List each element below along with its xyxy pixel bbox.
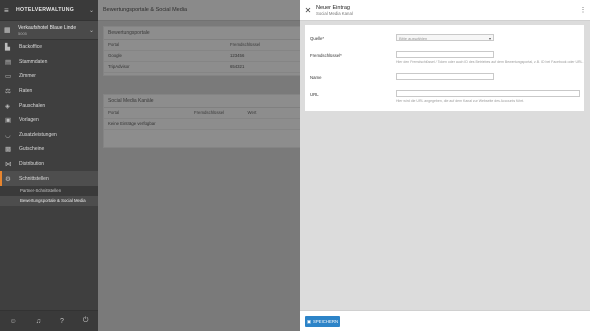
table-cell: Google — [108, 53, 122, 58]
templates-icon: ▣ — [5, 117, 12, 125]
column-header: Portal — [108, 42, 120, 47]
sidebar-item-zimmer[interactable]: ▭ Zimmer — [0, 69, 98, 84]
column-header: Fremdschlüssel — [194, 110, 225, 115]
chevron-down-icon: ▾ — [488, 36, 491, 41]
help-icon[interactable]: ? — [60, 318, 64, 325]
empty-text: Keine Einträge verfügbar — [108, 121, 156, 126]
table-row[interactable]: TripAdvisor 654321 — [104, 62, 301, 73]
sidebar-item-label: Distribution — [19, 161, 45, 168]
entry-form: Quelle* Bitte auswählen ▾ Fremdschlüssel… — [305, 25, 584, 111]
url-input[interactable] — [396, 90, 580, 97]
empty-state: Keine Einträge verfügbar — [104, 119, 301, 130]
panel-subtitle: Social Media Kanal — [316, 10, 353, 16]
sidebar-subitem-label: Bewertungsportale & Social Media — [20, 198, 86, 204]
sidebar-item-distribution[interactable]: ⋈ Distribution — [0, 157, 98, 172]
table-cell: TripAdvisor — [108, 64, 130, 69]
sidebar-item-label: Schnittstellen — [19, 175, 49, 182]
column-header: Portal — [108, 110, 120, 115]
close-icon[interactable]: ✕ — [300, 6, 316, 15]
table-header: Portal Fremdschlüssel — [104, 40, 301, 51]
plug-icon: ⚙ — [5, 175, 11, 183]
table-header: Portal Fremdschlüssel Wert — [104, 108, 301, 119]
sidebar: ≡ HOTELVERWALTUNG ⌄ ▦ Verkaufshotel Blau… — [0, 0, 98, 331]
sidebar-header[interactable]: ≡ HOTELVERWALTUNG ⌄ — [0, 0, 98, 21]
panel-header: ✕ Neuer Eintrag Social Media Kanal ⋮ — [300, 0, 590, 21]
save-button[interactable]: ▣ SPEICHERN — [305, 316, 340, 327]
sidebar-item-gutscheine[interactable]: ▩ Gutscheine — [0, 142, 98, 157]
sidebar-subitem-partner[interactable]: Partner-Schnittstellen — [0, 185, 98, 196]
card-title: Bewertungsportale — [104, 27, 301, 40]
sidebar-item-label: Vorlagen — [19, 117, 39, 124]
sidebar-item-label: Zimmer — [19, 73, 36, 80]
card-bewertungsportale: Bewertungsportale Portal Fremdschlüssel … — [103, 26, 302, 76]
power-icon[interactable]: ⏻ — [83, 317, 89, 325]
sidebar-nav: ▙ Backoffice ▤ Stammdaten ▭ Zimmer ⚖ Raten ◈… — [0, 40, 98, 206]
distribution-icon: ⋈ — [5, 161, 12, 169]
hotel-icon: ▦ — [4, 27, 11, 34]
more-vertical-icon[interactable]: ⋮ — [576, 6, 590, 14]
quelle-select[interactable]: Bitte auswählen ▾ — [396, 34, 494, 41]
sidebar-item-stammdaten[interactable]: ▤ Stammdaten — [0, 55, 98, 70]
sidebar-subitem-label: Partner-Schnittstellen — [20, 188, 62, 194]
table-cell: 123456 — [230, 53, 245, 58]
sidebar-item-schnittstellen[interactable]: ⚙ Schnittstellen — [0, 171, 98, 186]
menu-icon[interactable]: ≡ — [4, 6, 16, 15]
url-label: URL — [310, 92, 319, 97]
fremdschluessel-hint: Hier den Fremdschlüssel / Token oder auc… — [396, 60, 584, 64]
quelle-placeholder: Bitte auswählen — [399, 36, 428, 41]
sidebar-item-raten[interactable]: ⚖ Raten — [0, 84, 98, 99]
document-icon: ▤ — [5, 58, 12, 66]
quelle-label: Quelle* — [310, 36, 325, 41]
sidebar-item-label: Backoffice — [19, 44, 42, 51]
sidebar-subitem-bewertungsportale[interactable]: Bewertungsportale & Social Media — [0, 195, 98, 206]
gift-icon: ▩ — [5, 146, 12, 154]
hotel-id: 5005 — [18, 30, 27, 36]
chevron-down-icon[interactable]: ⌄ — [89, 27, 94, 34]
card-title: Social Media Kanäle — [104, 95, 301, 108]
sidebar-title: HOTELVERWALTUNG — [16, 7, 75, 13]
building-icon: ▙ — [5, 44, 10, 52]
table-row[interactable]: Google 123456 — [104, 51, 301, 62]
sidebar-item-zusatzleistungen[interactable]: ◡ Zusatzleistungen — [0, 128, 98, 143]
panel-footer: ▣ SPEICHERN — [300, 310, 590, 331]
column-header: Wert — [247, 110, 257, 115]
sidebar-item-label: Gutscheine — [19, 146, 45, 153]
user-icon[interactable]: ☺ — [10, 318, 17, 325]
page-title: Bewertungsportale & Social Media — [98, 0, 300, 21]
sidebar-item-label: Raten — [19, 88, 33, 95]
card-social-media: Social Media Kanäle Portal Fremdschlüsse… — [103, 94, 302, 148]
name-input[interactable] — [396, 73, 494, 80]
column-header: Fremdschlüssel — [230, 42, 261, 47]
tag-icon: ◈ — [5, 102, 10, 110]
rates-icon: ⚖ — [5, 88, 11, 96]
save-icon: ▣ — [306, 318, 311, 324]
chevron-down-icon[interactable]: ⌄ — [89, 7, 94, 14]
fremdschluessel-input[interactable] — [396, 51, 494, 58]
bell-icon[interactable]: ♫ — [36, 318, 41, 325]
url-hint: Hier wird die URL angegeben, die auf dem… — [396, 99, 525, 103]
sidebar-item-backoffice[interactable]: ▙ Backoffice — [0, 40, 98, 55]
main-content: Bewertungsportale & Social Media Bewertu… — [98, 0, 302, 331]
bed-icon: ▭ — [5, 73, 12, 81]
sidebar-item-label: Stammdaten — [19, 58, 48, 65]
hotel-selector[interactable]: ▦ Verkaufshotel Blaue Linde 5005 ⌄ — [0, 21, 98, 40]
sidebar-item-vorlagen[interactable]: ▣ Vorlagen — [0, 113, 98, 128]
sidebar-item-pauschalen[interactable]: ◈ Pauschalen — [0, 98, 98, 113]
fremdschluessel-label: Fremdschlüssel* — [310, 53, 342, 58]
service-icon: ◡ — [5, 131, 11, 139]
save-label: SPEICHERN — [312, 319, 339, 324]
sidebar-item-label: Zusatzleistungen — [19, 131, 57, 138]
name-label: Name — [310, 75, 322, 80]
new-entry-panel: ✕ Neuer Eintrag Social Media Kanal ⋮ Que… — [300, 0, 590, 331]
sidebar-footer: ☺ ♫ ? ⏻ — [0, 310, 98, 331]
table-cell: 654321 — [230, 64, 245, 69]
sidebar-item-label: Pauschalen — [19, 102, 46, 109]
